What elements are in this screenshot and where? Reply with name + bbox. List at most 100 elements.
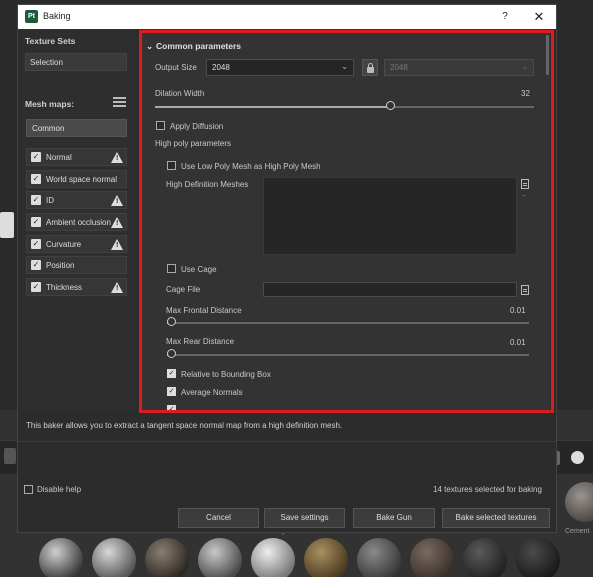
common-button[interactable]: Common	[26, 119, 127, 137]
mesh-maps-title: Mesh maps:	[25, 99, 75, 109]
output-size-label: Output Size	[155, 63, 197, 72]
material-sphere	[357, 538, 401, 577]
chevron-down-icon: ⌄	[521, 62, 528, 71]
shelf-sphere-icon[interactable]	[571, 451, 584, 464]
warning-icon: !	[111, 152, 123, 163]
textures-selected-count: 14 textures selected for baking	[433, 485, 542, 494]
common-parameters-panel: ⌄ Common parameters Output Size 2048 ⌄ 2…	[140, 29, 550, 411]
material-thumbnail[interactable]: Aluminium L...	[195, 528, 245, 577]
texture-sets-title: Texture Sets	[25, 36, 76, 46]
mesh-map-label: ID	[46, 196, 54, 205]
material-thumbnail[interactable]: Carbon Fiber	[513, 528, 563, 577]
use-low-poly-label: Use Low Poly Mesh as High Poly Mesh	[181, 162, 321, 171]
cage-file-field[interactable]	[263, 282, 517, 297]
divider	[18, 441, 556, 442]
material-shelf: Aluminium...Aluminium...Artificial Le...…	[36, 528, 566, 577]
mesh-map-item[interactable]: ✓ Position	[26, 256, 127, 274]
mesh-map-checkbox[interactable]: ✓	[31, 239, 41, 249]
mesh-map-item[interactable]: ✓ World space normal	[26, 170, 127, 188]
material-sphere	[516, 538, 560, 577]
average-normals-checkbox[interactable]: ✓	[167, 387, 176, 396]
title-bar[interactable]: Pt Baking ? ✕	[18, 5, 556, 29]
file-icon[interactable]	[521, 179, 529, 189]
mesh-map-checkbox[interactable]: ✓	[31, 217, 41, 227]
mesh-map-checkbox[interactable]: ✓	[31, 260, 41, 270]
mesh-map-checkbox[interactable]: ✓	[31, 152, 41, 162]
lock-icon[interactable]	[362, 59, 378, 76]
mesh-map-item[interactable]: ✓ Thickness!	[26, 278, 127, 296]
mesh-map-label: Ambient occlusion	[46, 218, 111, 227]
app-logo: Pt	[25, 10, 38, 23]
cage-file-label: Cage File	[166, 285, 201, 294]
max-rear-handle[interactable]	[167, 349, 176, 358]
max-frontal-value: 0.01	[510, 306, 526, 315]
material-thumbnail[interactable]: Bricks	[407, 528, 457, 577]
high-def-meshes-list[interactable]	[263, 177, 517, 255]
warning-icon: !	[111, 217, 123, 228]
material-thumbnail[interactable]: Bricks	[354, 528, 404, 577]
mesh-map-label: Position	[46, 261, 75, 270]
material-sphere	[304, 538, 348, 577]
material-sphere	[198, 538, 242, 577]
warning-icon: !	[111, 195, 123, 206]
output-size-dropdown[interactable]: 2048 ⌄	[206, 59, 354, 76]
disable-help-checkbox[interactable]	[24, 485, 33, 494]
bake-gun-button[interactable]: Bake Gun	[353, 508, 435, 528]
dilation-width-value: 32	[521, 89, 530, 98]
baking-dialog: Pt Baking ? ✕ Texture Sets Selection Mes…	[17, 4, 557, 533]
mesh-map-checkbox[interactable]: ✓	[31, 195, 41, 205]
file-icon[interactable]	[521, 285, 529, 295]
high-poly-title: High poly parameters	[155, 139, 232, 148]
material-thumbnail[interactable]: Brass Pure	[301, 528, 351, 577]
mesh-map-checkbox[interactable]: ✓	[31, 174, 41, 184]
mesh-map-checkbox[interactable]: ✓	[31, 282, 41, 292]
cancel-button[interactable]: Cancel	[178, 508, 259, 528]
max-frontal-label: Max Frontal Distance	[166, 306, 242, 315]
output-size-linked-dropdown: 2048 ⌄	[384, 59, 534, 76]
mesh-map-item[interactable]: ✓ ID!	[26, 191, 127, 209]
max-frontal-handle[interactable]	[167, 317, 176, 326]
slider-fill	[155, 106, 390, 108]
shelf-tool-icon[interactable]	[4, 448, 16, 464]
window-title: Baking	[43, 11, 71, 21]
left-panel: Texture Sets Selection Mesh maps: Common…	[18, 29, 136, 411]
mesh-map-item[interactable]: ✓ Curvature!	[26, 235, 127, 253]
mesh-maps-menu-icon[interactable]	[113, 97, 126, 107]
use-cage-checkbox[interactable]	[167, 264, 176, 273]
material-sphere	[92, 538, 136, 577]
average-normals-label: Average Normals	[181, 388, 243, 397]
material-thumbnail[interactable]: Car Skin	[460, 528, 510, 577]
help-button[interactable]: ?	[496, 9, 514, 25]
dilation-width-handle[interactable]	[386, 101, 395, 110]
save-settings-button[interactable]: Save settings	[264, 508, 345, 528]
output-size-linked-value: 2048	[390, 63, 408, 72]
material-thumbnail[interactable]: Aluminium...	[36, 528, 86, 577]
dilation-width-slider[interactable]	[155, 106, 534, 108]
close-button[interactable]: ✕	[530, 9, 548, 25]
material-sphere	[463, 538, 507, 577]
apply-diffusion-checkbox[interactable]	[156, 121, 165, 130]
mesh-map-item[interactable]: ✓ Ambient occlusion!	[26, 213, 127, 231]
material-thumbnail[interactable]: Baked Lig...	[248, 528, 298, 577]
common-parameters-title[interactable]: Common parameters	[156, 41, 241, 51]
use-low-poly-checkbox[interactable]	[167, 161, 176, 170]
max-rear-value: 0.01	[510, 338, 526, 347]
texture-set-selection[interactable]: Selection	[25, 53, 127, 71]
panel-scrollbar[interactable]	[546, 35, 549, 75]
bake-selected-button[interactable]: Bake selected textures	[442, 508, 550, 528]
mesh-map-item[interactable]: ✓ Normal!	[26, 148, 127, 166]
mesh-map-label: Thickness	[46, 283, 83, 292]
max-frontal-slider[interactable]	[167, 322, 529, 324]
relative-bbox-checkbox[interactable]: ✓	[167, 369, 176, 378]
next-option-checkbox[interactable]: ✓	[167, 405, 176, 411]
material-thumbnail[interactable]: Artificial Le...	[142, 528, 192, 577]
section-collapse-icon[interactable]: ⌄	[146, 41, 153, 52]
chevron-down-icon: ⌄	[341, 62, 348, 71]
remove-icon[interactable]: –	[522, 191, 526, 200]
max-rear-label: Max Rear Distance	[166, 337, 235, 346]
material-thumbnail[interactable]: Aluminium...	[89, 528, 139, 577]
material-sphere	[145, 538, 189, 577]
max-rear-slider[interactable]	[167, 354, 529, 356]
material-sphere	[251, 538, 295, 577]
apply-diffusion-label: Apply Diffusion	[170, 122, 224, 131]
